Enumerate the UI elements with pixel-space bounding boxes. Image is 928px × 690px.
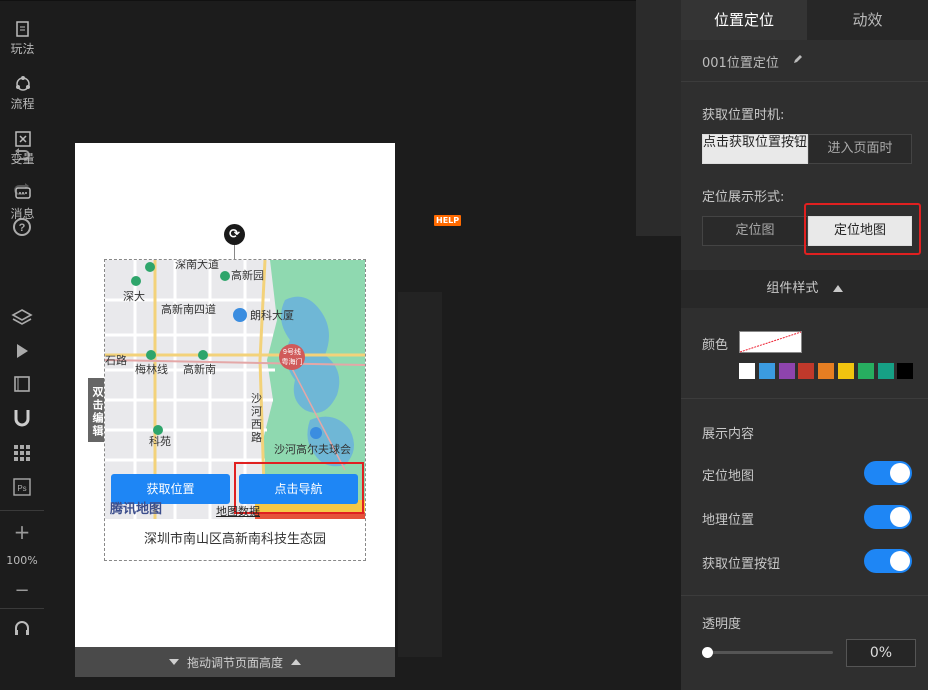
help-badge: HELP — [434, 215, 462, 226]
opacity-slider-track[interactable] — [707, 651, 833, 654]
toggle-label-get-location-button: 获取位置按钮 — [702, 557, 781, 572]
pencil-icon[interactable] — [792, 53, 804, 65]
zoom-in-button[interactable]: + — [0, 520, 44, 544]
tool-divider — [0, 510, 44, 511]
grid-icon[interactable] — [0, 444, 44, 466]
color-swatch[interactable] — [877, 363, 894, 379]
flow-icon — [15, 76, 30, 91]
mini-item-gameplay[interactable]: 玩法 — [0, 20, 45, 57]
divider — [681, 398, 928, 399]
mini-item-label: 玩法 — [10, 42, 35, 56]
rotate-stem — [234, 245, 235, 259]
color-swatch[interactable] — [857, 363, 874, 379]
mini-sidebar — [636, 0, 681, 236]
color-swatch[interactable] — [758, 363, 775, 379]
svg-text:Ps: Ps — [17, 484, 26, 493]
style-header-label: 组件样式 — [766, 281, 819, 296]
mini-item-label: 变量 — [10, 152, 35, 166]
chevron-down-icon — [168, 659, 179, 665]
toggle-knob — [890, 507, 910, 527]
double-click-edit-tag[interactable]: 双击编辑 — [88, 378, 104, 442]
toggle-knob — [890, 463, 910, 483]
chevron-up-icon — [291, 659, 301, 665]
toggle-knob — [890, 551, 910, 571]
trigger-label: 获取位置时机: — [702, 108, 785, 123]
chevron-up-icon — [832, 285, 843, 292]
page-height-label: 拖动调节页面高度 — [186, 655, 283, 670]
opacity-slider-handle[interactable] — [702, 647, 713, 658]
divider — [681, 81, 928, 82]
address-text: 深圳市南山区高新南科技生态园 — [143, 532, 326, 547]
photoshop-icon[interactable]: Ps — [0, 478, 44, 500]
top-divider — [0, 0, 636, 1]
display-static-map-option[interactable]: 定位图 — [702, 216, 808, 246]
mini-item-label: 消息 — [10, 207, 35, 221]
style-section-header[interactable]: 组件样式 — [681, 270, 928, 308]
display-mode-highlight — [804, 203, 921, 255]
toggle-location[interactable] — [864, 505, 912, 529]
edit-doc-icon — [15, 21, 29, 37]
map-logo: 腾讯地图 — [110, 502, 163, 517]
tool-column — [398, 292, 442, 657]
mini-item-flow[interactable]: 流程 — [0, 75, 45, 112]
headset-icon[interactable] — [0, 619, 44, 643]
tab-location[interactable]: 位置定位 — [681, 0, 807, 40]
display-content-label: 展示内容 — [702, 427, 755, 442]
color-picker[interactable] — [739, 331, 802, 353]
mini-item-message[interactable]: 消息 — [0, 185, 45, 222]
divider — [681, 595, 928, 596]
color-swatch[interactable] — [798, 363, 815, 379]
message-icon — [14, 187, 31, 199]
opacity-input[interactable]: 0% — [846, 639, 916, 667]
svg-text:?: ? — [19, 222, 26, 234]
toggle-label-location: 地理位置 — [702, 513, 755, 528]
trigger-click-button-option[interactable]: 点击获取位置按钮 — [702, 134, 808, 164]
tab-animation[interactable]: 动效 — [807, 0, 928, 40]
color-swatch[interactable] — [818, 363, 835, 379]
trigger-enter-page-option[interactable]: 进入页面时 — [808, 134, 912, 164]
mini-item-label: 流程 — [10, 97, 35, 111]
layers-icon[interactable] — [0, 307, 44, 333]
variable-icon — [14, 131, 31, 147]
zoom-level: 100% — [6, 554, 38, 567]
magnet-icon[interactable] — [0, 408, 44, 432]
film-icon[interactable] — [0, 375, 44, 397]
map-data-link[interactable]: 地图数据 — [216, 503, 260, 519]
tool-divider — [0, 608, 44, 609]
color-label: 颜色 — [702, 338, 729, 353]
opacity-label: 透明度 — [702, 617, 742, 632]
panel-tabs: 位置定位 动效 — [681, 0, 928, 40]
color-swatch[interactable] — [838, 363, 854, 379]
play-icon[interactable] — [0, 342, 44, 364]
color-swatch[interactable] — [897, 363, 914, 379]
toggle-label-map: 定位地图 — [702, 469, 755, 484]
color-swatch[interactable] — [739, 363, 755, 379]
page-height-drag-bar[interactable]: 拖动调节页面高度 — [75, 647, 395, 677]
component-name[interactable]: 001位置定位 — [702, 52, 779, 71]
color-swatch[interactable] — [778, 363, 795, 379]
zoom-out-button[interactable]: − — [0, 580, 44, 601]
toggle-map[interactable] — [864, 461, 912, 485]
display-mode-label: 定位展示形式: — [702, 190, 785, 205]
rotate-icon[interactable]: ⟳ — [224, 224, 245, 245]
toggle-get-location-button[interactable] — [864, 549, 912, 573]
mini-item-variable[interactable]: 变量 — [0, 130, 45, 167]
